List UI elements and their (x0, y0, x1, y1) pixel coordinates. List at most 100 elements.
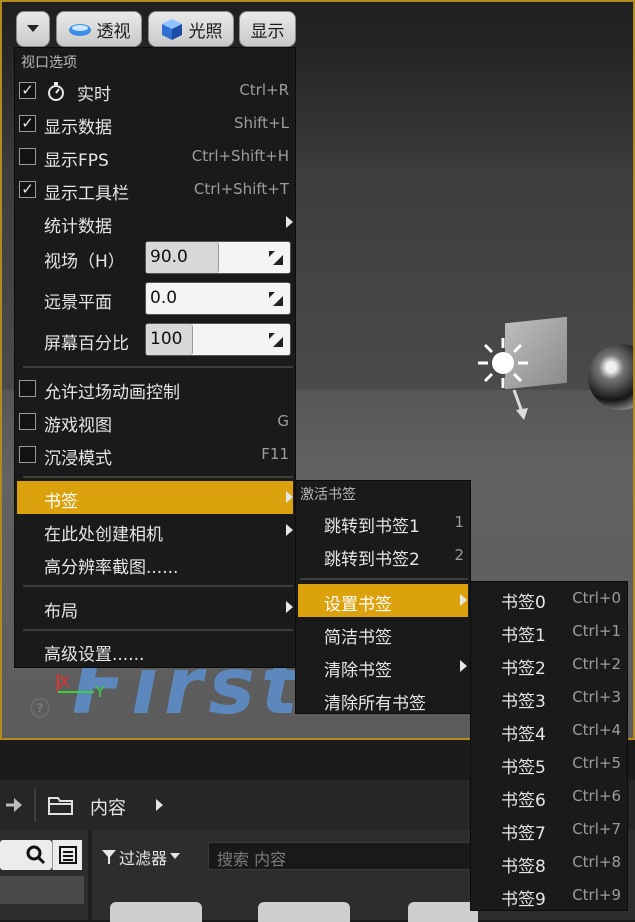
menu-item-fov: 视场（H） 90.0 (15, 240, 295, 276)
menu-item-advanced-settings[interactable]: 高级设置...... (15, 634, 295, 667)
sources-panel-item[interactable] (0, 876, 84, 904)
menu-item-set-bookmark-8[interactable]: 书签8 Ctrl+8 (471, 846, 627, 879)
screen-pct-spinbox[interactable]: 100 (145, 323, 291, 356)
far-plane-spinbox[interactable]: 0.0 (145, 282, 291, 315)
submenu-arrow-icon (286, 216, 293, 228)
chevron-down-icon (170, 853, 181, 859)
filter-icon (102, 850, 116, 864)
submenu-arrow-icon (286, 524, 293, 536)
search-icon (26, 845, 46, 865)
set-bookmark-shortcut: Ctrl+7 (572, 820, 621, 838)
set-bookmark-label: 书签2 (501, 659, 546, 679)
menu-item-set-bookmark[interactable]: 设置书签 (298, 584, 468, 617)
show-button[interactable]: 显示 (239, 11, 296, 47)
bookmarks-label: 书签 (44, 492, 78, 512)
show-toolbar-shortcut: Ctrl+Shift+T (193, 180, 289, 198)
menu-item-set-bookmark-9[interactable]: 书签9 Ctrl+9 (471, 879, 627, 912)
help-icon[interactable]: ? (30, 698, 50, 718)
menu-item-jump-bookmark-2[interactable]: 跳转到书签2 2 (296, 539, 470, 572)
menu-item-show-toolbar[interactable]: ✓ 显示工具栏 Ctrl+Shift+T (15, 173, 295, 206)
lighting-button[interactable]: 光照 (148, 11, 234, 47)
menu-item-set-bookmark-0[interactable]: 书签0 Ctrl+0 (471, 582, 627, 615)
asset-thumbnail[interactable] (110, 902, 202, 922)
fov-spinbox[interactable]: 90.0 (145, 241, 291, 274)
menu-item-set-bookmark-4[interactable]: 书签4 Ctrl+4 (471, 714, 627, 747)
high-res-shot-label: 高分辨率截图...... (44, 558, 179, 578)
viewport-options-button[interactable] (16, 11, 50, 47)
set-bookmark-label: 书签8 (501, 857, 546, 877)
clear-label: 清除书签 (324, 661, 392, 681)
set-bookmark-label: 书签3 (501, 692, 546, 712)
jump1-label: 跳转到书签1 (324, 517, 420, 537)
show-toolbar-checkbox[interactable]: ✓ (19, 181, 36, 198)
menu-item-stat-data[interactable]: 统计数据 (15, 206, 295, 239)
jump2-label: 跳转到书签2 (324, 550, 420, 570)
menu-item-set-bookmark-5[interactable]: 书签5 Ctrl+5 (471, 747, 627, 780)
menu-item-bookmarks[interactable]: 书签 (17, 481, 293, 514)
folder-icon (48, 797, 73, 815)
set-bookmark-shortcut: Ctrl+0 (572, 589, 621, 607)
game-view-label: 游戏视图 (44, 416, 112, 436)
filter-button[interactable]: 过滤器 (102, 844, 181, 870)
compact-label: 简洁书签 (324, 628, 392, 648)
panel-splitter[interactable] (88, 830, 92, 920)
menu-item-clear-bookmark[interactable]: 清除书签 (296, 650, 470, 683)
resize-handle-icon (269, 333, 283, 347)
stopwatch-icon (48, 82, 64, 101)
show-stats-shortcut: Shift+L (233, 114, 289, 132)
immersive-shortcut: F11 (261, 445, 289, 463)
menu-item-create-camera[interactable]: 在此处创建相机 (15, 514, 295, 547)
breadcrumb-arrow-icon[interactable] (156, 799, 163, 811)
immersive-checkbox[interactable] (19, 446, 36, 463)
cinematic-control-checkbox[interactable] (19, 380, 36, 397)
menu-item-clear-all-bookmarks[interactable]: 清除所有书签 (296, 683, 470, 716)
menu-item-realtime[interactable]: ✓ 实时 Ctrl+R (15, 74, 295, 107)
menu-item-high-res-screenshot[interactable]: 高分辨率截图...... (15, 547, 295, 580)
menu-divider (300, 578, 468, 580)
asset-thumbnail[interactable] (408, 902, 478, 922)
menu-item-cinematic-control[interactable]: 允许过场动画控制 (15, 372, 295, 405)
toolbar-separator (34, 788, 36, 822)
search-button[interactable] (0, 840, 52, 870)
immersive-label: 沉浸模式 (44, 449, 112, 469)
perspective-button[interactable]: 透视 (56, 11, 142, 47)
list-icon (59, 846, 77, 864)
search-input[interactable]: 搜索 内容 (208, 842, 478, 870)
breadcrumb-content[interactable]: 内容 (90, 794, 126, 820)
realtime-checkbox[interactable]: ✓ (19, 82, 36, 99)
forward-arrow-icon[interactable] (4, 796, 24, 814)
set-bookmark-shortcut: Ctrl+2 (572, 655, 621, 673)
set-bookmark-shortcut: Ctrl+9 (572, 886, 621, 904)
menu-item-immersive[interactable]: 沉浸模式 F11 (15, 438, 295, 471)
light-direction-arrow-icon (512, 389, 528, 420)
menu-item-set-bookmark-3[interactable]: 书签3 Ctrl+3 (471, 681, 627, 714)
menu-item-set-bookmark-1[interactable]: 书签1 Ctrl+1 (471, 615, 627, 648)
menu-item-compact-bookmarks[interactable]: 简洁书签 (296, 617, 470, 650)
game-view-checkbox[interactable] (19, 413, 36, 430)
set-bookmark-submenu: 书签0 Ctrl+0 书签1 Ctrl+1 书签2 Ctrl+2 书签3 Ctrl+3 书签4 C… (470, 581, 628, 911)
show-fps-checkbox[interactable] (19, 148, 36, 165)
list-view-button[interactable] (52, 840, 82, 870)
menu-item-jump-bookmark-1[interactable]: 跳转到书签1 1 (296, 506, 470, 539)
menu-item-layout[interactable]: 布局 (15, 591, 295, 624)
show-toolbar-label: 显示工具栏 (44, 184, 129, 204)
bookmarks-submenu: 激活书签 跳转到书签1 1 跳转到书签2 2 设置书签 简洁书签 清除书签 清除… (295, 480, 471, 714)
menu-item-game-view[interactable]: 游戏视图 G (15, 405, 295, 438)
set-bookmark-shortcut: Ctrl+3 (572, 688, 621, 706)
fov-label: 视场（H） (44, 252, 125, 272)
asset-thumbnail[interactable] (258, 902, 350, 922)
menu-item-show-fps[interactable]: 显示FPS Ctrl+Shift+H (15, 140, 295, 173)
set-bookmark-label: 设置书签 (324, 595, 392, 615)
directional-light-icon[interactable] (476, 336, 530, 390)
show-stats-checkbox[interactable]: ✓ (19, 115, 36, 132)
menu-item-show-stats[interactable]: ✓ 显示数据 Shift+L (15, 107, 295, 140)
set-bookmark-shortcut: Ctrl+1 (572, 622, 621, 640)
menu-item-set-bookmark-2[interactable]: 书签2 Ctrl+2 (471, 648, 627, 681)
submenu-arrow-icon (460, 594, 467, 606)
menu-item-set-bookmark-6[interactable]: 书签6 Ctrl+6 (471, 780, 627, 813)
realtime-label: 实时 (77, 85, 111, 105)
create-camera-label: 在此处创建相机 (44, 525, 163, 545)
menu-item-set-bookmark-7[interactable]: 书签7 Ctrl+7 (471, 813, 627, 846)
show-fps-shortcut: Ctrl+Shift+H (191, 147, 289, 165)
submenu-arrow-icon (286, 601, 293, 613)
